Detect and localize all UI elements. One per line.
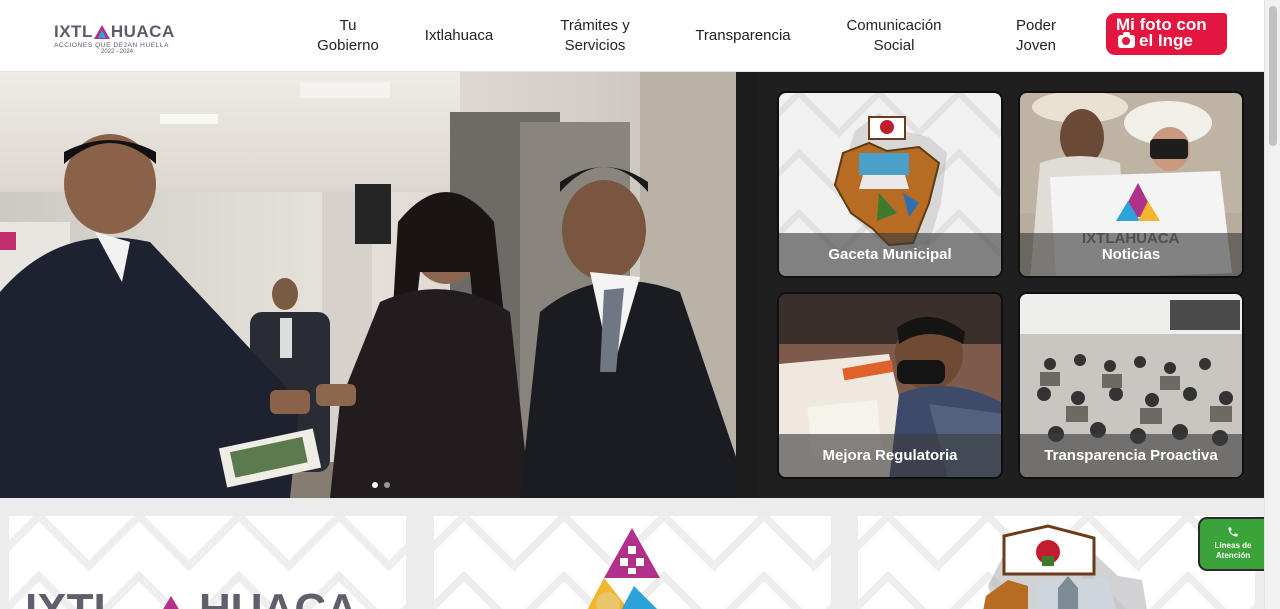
lineas-atencion-button[interactable]: Líneas de Atención (1198, 517, 1266, 571)
nav-tu-gobierno[interactable]: Tu Gobierno (310, 0, 386, 72)
ixtlahuaca-logo[interactable]: IXTL HUACA ACCIONES QUE DEJAN HUELLA 2022… (54, 22, 180, 56)
tile-gaceta-municipal[interactable]: Gaceta Municipal (777, 91, 1003, 278)
tile-caption: Noticias (1020, 233, 1242, 276)
logo-triangle-icon (93, 25, 110, 39)
page: IXTL HUACA ACCIONES QUE DEJAN HUELLA 2022… (0, 0, 1280, 609)
nav-transparencia[interactable]: Transparencia (690, 0, 796, 72)
tile-caption: Gaceta Municipal (779, 233, 1001, 276)
tile-noticias[interactable]: IXTLAHUACA Noticias (1018, 91, 1244, 278)
logo-tagline: ACCIONES QUE DEJAN HUELLA (54, 42, 170, 49)
logo-years: 2022 - 2024 (100, 49, 134, 55)
site-header: IXTL HUACA ACCIONES QUE DEJAN HUELLA 2022… (0, 0, 1264, 72)
svg-text:IXTL: IXTL (25, 585, 120, 609)
card-municipal-shield[interactable] (858, 516, 1255, 609)
nav-poder-joven[interactable]: Poder Joven (1002, 0, 1070, 72)
logo-wordmark: IXTL HUACA (54, 22, 175, 41)
phone-icon (1228, 527, 1238, 537)
scrollbar-thumb[interactable] (1269, 6, 1277, 146)
nav-comunicacion-social[interactable]: Comunicación Social (838, 0, 950, 72)
nav-ixtlahuaca[interactable]: Ixtlahuaca (418, 0, 500, 72)
nav-tramites-servicios[interactable]: Trámites y Servicios (550, 0, 640, 72)
tile-caption: Mejora Regulatoria (779, 434, 1001, 477)
tile-caption: Transparencia Proactiva (1020, 434, 1242, 477)
mi-foto-button[interactable]: Mi foto con el Inge (1106, 13, 1227, 55)
card-triangle-emblem[interactable] (434, 516, 831, 609)
hero-photo (0, 72, 758, 498)
hero-carousel[interactable] (0, 72, 758, 498)
municipal-shield-icon (858, 516, 1255, 609)
tile-mejora-regulatoria[interactable]: Mejora Regulatoria (777, 292, 1003, 479)
ixtlahuaca-wordmark-icon: IXTL HUACA (9, 516, 406, 609)
triangle-emblem-icon (434, 516, 831, 609)
svg-text:HUACA: HUACA (199, 585, 358, 609)
carousel-dot-1[interactable] (372, 482, 378, 488)
card-ixtlahuaca-logo[interactable]: IXTL HUACA (9, 516, 406, 609)
page-scrollbar[interactable] (1264, 0, 1280, 609)
carousel-dot-2[interactable] (384, 482, 390, 488)
carousel-dots (372, 482, 390, 488)
tile-transparencia-proactiva[interactable]: Transparencia Proactiva (1018, 292, 1244, 479)
quick-links-panel: Gaceta Municipal IXTLAHUACA Noticias (758, 72, 1264, 498)
camera-icon (1118, 31, 1135, 48)
